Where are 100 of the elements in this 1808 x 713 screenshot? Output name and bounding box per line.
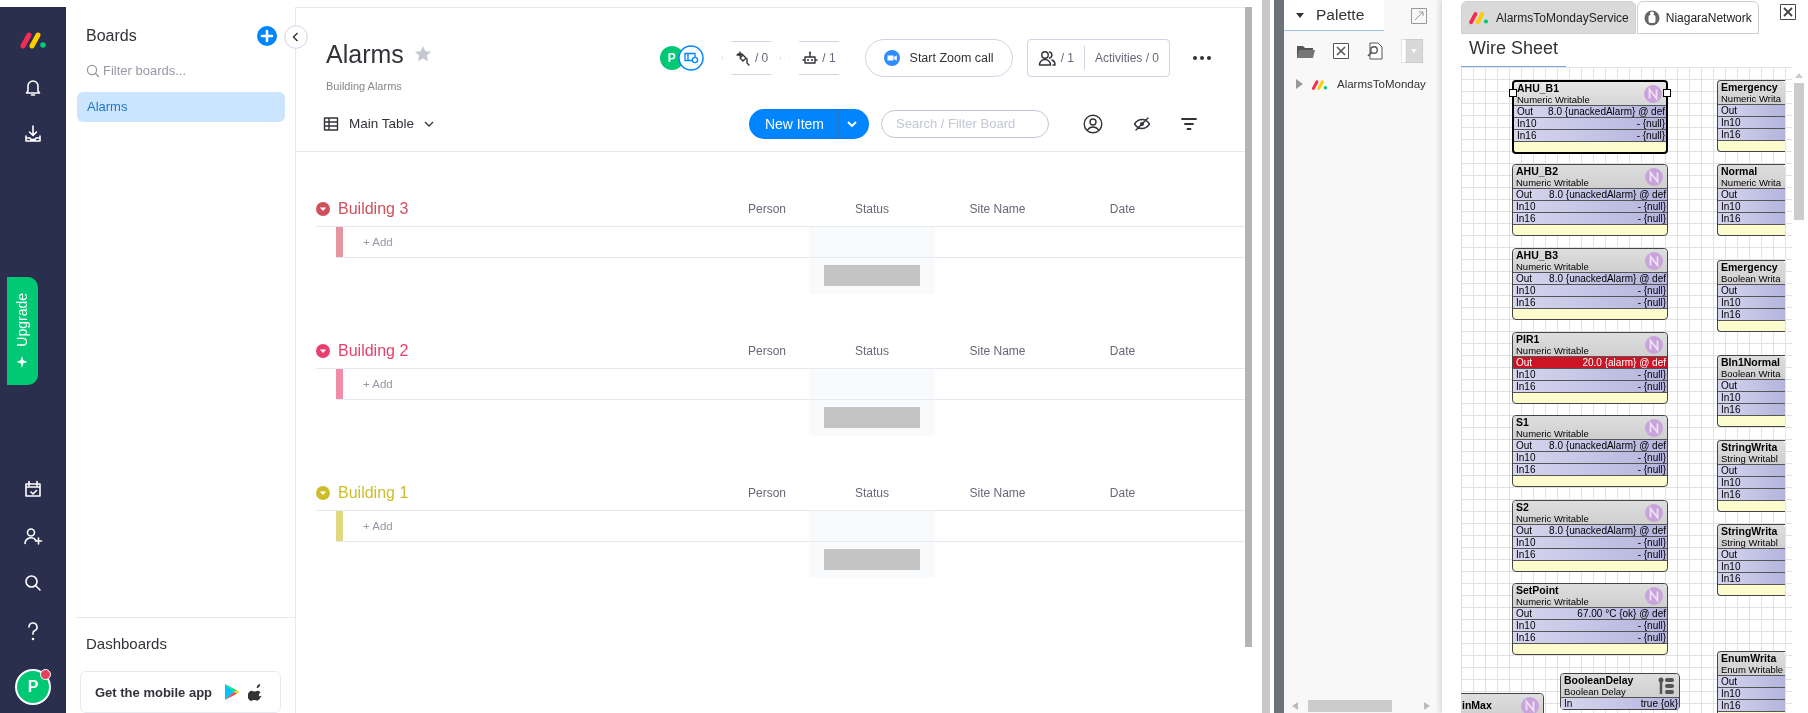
star-icon[interactable] (413, 45, 432, 63)
slot-row[interactable]: Out (1718, 284, 1785, 296)
collapse-toggle-icon[interactable] (316, 344, 330, 358)
component-block[interactable]: S1 Numeric Writable Out 8.0 {unackedAlarm} @ def In10 - {null} In16 - {null} (1512, 415, 1668, 487)
component-block[interactable]: StringWrita String Writabl Out In10 In16 (1717, 440, 1785, 512)
board-item[interactable]: Alarms (77, 92, 285, 122)
integrations-button[interactable]: / 0 (721, 41, 782, 75)
maximize-icon[interactable] (1411, 7, 1427, 24)
calendar-check-icon[interactable] (23, 479, 43, 499)
automations-button[interactable]: / 1 (789, 41, 849, 75)
workspace-tab[interactable]: AlarmsToMondayService (1461, 1, 1636, 34)
slot-row[interactable]: In16 - {null} (1513, 380, 1667, 392)
slot-row[interactable]: In10 (1718, 391, 1785, 403)
slot-row[interactable]: In10 (1718, 687, 1785, 699)
view-dropdown[interactable]: Main Table (323, 115, 435, 132)
component-block[interactable]: inMax (1461, 693, 1544, 713)
slot-row[interactable]: Out 67.00 °C {ok} @ def (1513, 607, 1667, 619)
component-block[interactable]: BooleanDelay Boolean Delay In true {ok} (1560, 673, 1680, 710)
zoom-call-button[interactable]: Start Zoom call (864, 39, 1013, 77)
selection-handle[interactable] (1663, 89, 1671, 97)
more-icon[interactable] (1192, 55, 1212, 61)
search-icon[interactable] (23, 573, 43, 593)
logo-icon[interactable] (19, 29, 47, 51)
board-share-icon[interactable] (677, 45, 704, 71)
slot-row[interactable]: In10 (1718, 560, 1785, 572)
palette-tab[interactable]: Palette (1284, 0, 1385, 31)
add-icon[interactable] (257, 26, 277, 46)
slot-row[interactable]: In10 - {null} (1513, 368, 1667, 380)
slot-row[interactable]: In10 - {null} (1514, 117, 1666, 129)
collapse-toggle-icon[interactable] (316, 486, 330, 500)
group-title[interactable]: Building 2 (338, 342, 409, 360)
scrollbar[interactable] (1245, 7, 1252, 647)
slot-row[interactable]: In16 - {null} (1513, 296, 1667, 308)
slot-row[interactable]: In10 (1718, 116, 1785, 128)
collapse-toggle-icon[interactable] (316, 202, 330, 216)
slot-row[interactable]: In16 - {null} (1513, 548, 1667, 560)
slot-row[interactable]: Out (1718, 464, 1785, 476)
activities-button[interactable]: Activities / 0 (1083, 46, 1169, 70)
close-icon[interactable] (1333, 43, 1349, 59)
group-title[interactable]: Building 3 (338, 200, 409, 218)
component-block[interactable]: S2 Numeric Writable Out 8.0 {unackedAlarm} @ def In10 - {null} In16 - {null} (1512, 500, 1668, 572)
slot-row[interactable]: In16 - {null} (1513, 463, 1667, 475)
board-search-field[interactable]: Search / Filter Board (881, 109, 1049, 138)
selection-handle[interactable] (1509, 89, 1517, 97)
slot-row[interactable]: In16 (1718, 699, 1785, 711)
bell-icon[interactable] (23, 77, 43, 97)
collapse-icon[interactable] (284, 25, 308, 49)
folder-icon[interactable] (1297, 44, 1315, 58)
slot-row[interactable]: Out 8.0 {unackedAlarm} @ def (1513, 188, 1667, 200)
status-cell[interactable] (809, 227, 935, 257)
component-block[interactable]: Emergency Boolean Writa Out In10 In16 (1717, 260, 1785, 332)
slot-row[interactable]: In16 (1718, 308, 1785, 320)
dashboards-heading[interactable]: Dashboards (86, 635, 167, 652)
component-block[interactable]: PIR1 Numeric Writable Out 20.0 {alarm} @ def In10 - {null} In16 - {null} (1512, 332, 1668, 404)
slot-row[interactable]: Out (1718, 188, 1785, 200)
slot-row[interactable]: In10 - {null} (1513, 619, 1667, 631)
mobile-app-button[interactable]: Get the mobile app (80, 671, 281, 713)
slot-row[interactable]: Out 20.0 {alarm} @ def (1513, 356, 1667, 368)
component-block[interactable]: AHU_B3 Numeric Writable Out 8.0 {unackedAlarm} @ def In10 - {null} In16 - {null} (1512, 248, 1668, 320)
slot-row[interactable]: In16 - {null} (1513, 631, 1667, 643)
component-block[interactable]: StringWrita String Writabl Out In10 In16 (1717, 524, 1785, 596)
hide-icon[interactable] (1133, 116, 1151, 131)
slot-row[interactable]: In16 (1718, 572, 1785, 584)
slot-row[interactable]: In10 (1718, 296, 1785, 308)
component-block[interactable]: Emergency Numeric Writa Out In10 In16 (1717, 80, 1785, 152)
inbox-icon[interactable] (23, 124, 43, 144)
add-user-icon[interactable] (23, 526, 43, 546)
slot-row[interactable]: Out 8.0 {unackedAlarm} @ def (1513, 439, 1667, 451)
scrollbar-thumb[interactable] (1794, 83, 1804, 220)
slot-row[interactable]: In10 - {null} (1513, 200, 1667, 212)
slot-row[interactable]: Out 8.0 {unackedAlarm} @ def (1513, 272, 1667, 284)
slot-row[interactable]: In16 (1718, 128, 1785, 140)
slot-row[interactable]: In16 - {null} (1513, 212, 1667, 224)
component-block[interactable]: BIn1Normal Boolean Writa Out In10 In16 (1717, 355, 1785, 427)
component-block[interactable]: AHU_B2 Numeric Writable Out 8.0 {unackedAlarm} @ def In10 - {null} In16 - {null} (1512, 164, 1668, 236)
slot-row[interactable]: In10 (1718, 476, 1785, 488)
slot-row[interactable]: In10 (1718, 200, 1785, 212)
workspace-tab[interactable]: NiagaraNetwork (1636, 1, 1759, 34)
slot-row[interactable]: Out (1718, 675, 1785, 687)
component-block[interactable]: AHU_B1 Numeric Writable Out 8.0 {unackedAlarm} @ def In10 - {null} In16 - {null} (1512, 80, 1668, 154)
slot-row[interactable]: In16 - {null} (1514, 129, 1666, 141)
component-block[interactable]: EnumWrita Enum Writable Out In10 In16 (1717, 651, 1785, 713)
component-block[interactable]: Normal Numeric Writa Out In10 In16 (1717, 164, 1785, 236)
slot-row[interactable]: Out (1718, 379, 1785, 391)
slot-row[interactable]: In10 - {null} (1513, 284, 1667, 296)
expand-triangle-icon[interactable] (1296, 79, 1303, 89)
status-cell[interactable] (809, 511, 935, 541)
slot-row[interactable]: In16 (1718, 488, 1785, 500)
slot-row[interactable]: Out 8.0 {unackedAlarm} @ def (1514, 105, 1666, 117)
slot-row[interactable]: Out (1718, 104, 1785, 116)
slot-row[interactable]: In true {ok} (1561, 697, 1679, 709)
members-button[interactable]: / 1 (1027, 46, 1084, 70)
slot-row[interactable]: Out 8.0 {unackedAlarm} @ def (1513, 524, 1667, 536)
slot-row[interactable]: In10 - {null} (1513, 536, 1667, 548)
tree-item[interactable]: AlarmsToMonday (1284, 63, 1441, 91)
slot-row[interactable]: Out (1718, 548, 1785, 560)
status-cell[interactable] (809, 369, 935, 399)
scrollbar-thumb[interactable] (1308, 700, 1392, 712)
document-search-icon[interactable] (1367, 42, 1383, 60)
close-icon[interactable] (1780, 4, 1796, 20)
